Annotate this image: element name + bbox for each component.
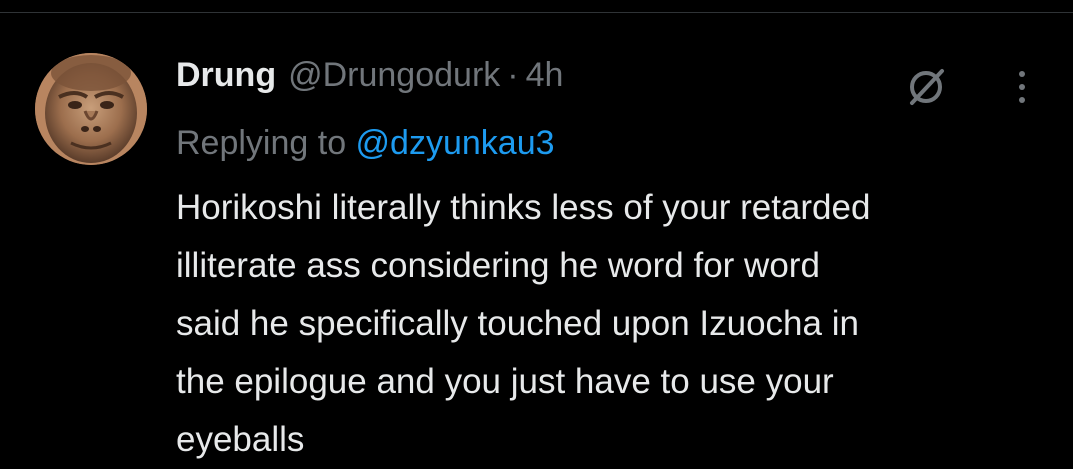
user-handle[interactable]: @Drungodurk bbox=[288, 53, 500, 97]
display-name[interactable]: Drung bbox=[176, 53, 276, 97]
post-timestamp[interactable]: 4h bbox=[526, 53, 564, 97]
post-header: Drung @Drungodurk · 4h bbox=[176, 53, 563, 97]
reply-prefix: Replying to bbox=[176, 124, 356, 162]
post[interactable]: Drung @Drungodurk · 4h Replying to @dzyu… bbox=[0, 13, 1073, 459]
grok-icon bbox=[910, 69, 944, 105]
avatar-image bbox=[35, 53, 147, 165]
grok-button[interactable] bbox=[900, 61, 952, 113]
reply-mention-link[interactable]: @dzyunkau3 bbox=[356, 124, 555, 162]
reply-context: Replying to @dzyunkau3 bbox=[176, 121, 555, 165]
post-text: Horikoshi literally thinks less of your … bbox=[176, 188, 871, 459]
more-icon bbox=[1019, 71, 1025, 103]
more-button[interactable] bbox=[1006, 63, 1038, 111]
avatar[interactable] bbox=[35, 53, 147, 165]
separator-dot: · bbox=[507, 56, 519, 94]
